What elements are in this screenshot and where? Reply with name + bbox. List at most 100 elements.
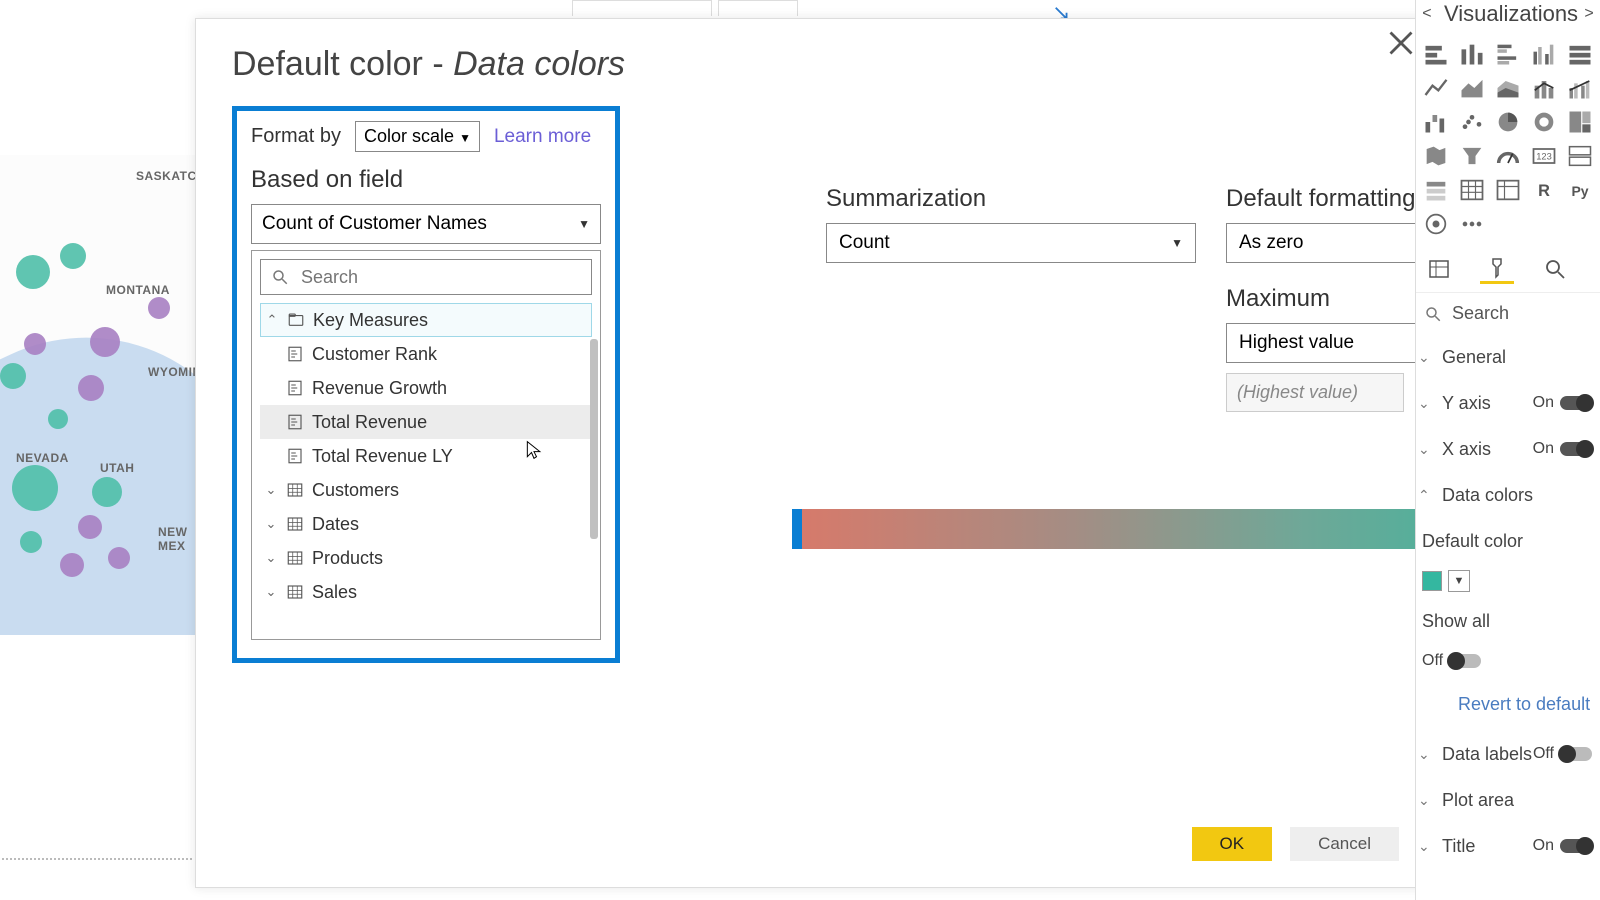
cancel-button[interactable]: Cancel <box>1290 827 1399 861</box>
hundred-stacked-bar-icon[interactable] <box>1566 40 1594 68</box>
chevron-up-icon: ⌃ <box>1418 487 1432 504</box>
table-icon <box>286 583 304 601</box>
folder-icon <box>287 311 305 329</box>
learn-more-link[interactable]: Learn more <box>494 126 591 148</box>
line-chart-icon[interactable] <box>1422 74 1450 102</box>
title-toggle[interactable]: On <box>1533 837 1592 855</box>
pane-collapse-left-icon[interactable]: < <box>1416 5 1438 23</box>
map-state-label: NEW MEX <box>158 525 200 553</box>
tree-measure-item[interactable]: Customer Rank <box>260 337 592 371</box>
tree-measure-item[interactable]: Revenue Growth <box>260 371 592 405</box>
map-state-label: WYOMING <box>148 365 200 379</box>
summarization-select[interactable]: Count▼ <box>826 223 1196 263</box>
line-stacked-column-icon[interactable] <box>1530 74 1558 102</box>
svg-text:Py: Py <box>1571 183 1588 199</box>
field-dropdown-panel: ⌃ Key Measures Customer Rank Revenue Gro… <box>251 250 601 640</box>
format-by-select[interactable]: Color scale ▼ <box>355 121 480 152</box>
visualizations-title: Visualizations <box>1438 1 1578 27</box>
format-by-group-highlight: Format by Color scale ▼ Learn more Based… <box>232 106 620 663</box>
background-tab-fragment <box>718 0 798 16</box>
tree-table-item[interactable]: ⌄ Products <box>260 541 592 575</box>
revert-to-default-link[interactable]: Revert to default <box>1418 678 1600 731</box>
format-title[interactable]: ⌄Title On <box>1418 823 1600 869</box>
area-chart-icon[interactable] <box>1458 74 1486 102</box>
field-search-input[interactable] <box>260 259 592 295</box>
pie-chart-icon[interactable] <box>1494 108 1522 136</box>
more-visuals-icon[interactable] <box>1458 210 1486 238</box>
tree-group-key-measures[interactable]: ⌃ Key Measures <box>260 303 592 337</box>
fields-tab-icon[interactable] <box>1422 254 1456 284</box>
analytics-tab-icon[interactable] <box>1538 254 1572 284</box>
format-default-color: Default color <box>1418 518 1600 564</box>
search-icon <box>271 268 289 286</box>
funnel-icon[interactable] <box>1458 142 1486 170</box>
format-y-axis[interactable]: ⌄Y axis On <box>1418 380 1600 426</box>
map-state-label: NEVADA <box>16 451 69 465</box>
stacked-column-chart-icon[interactable] <box>1458 40 1486 68</box>
matrix-icon[interactable] <box>1494 176 1522 204</box>
card-icon[interactable]: 123 <box>1530 142 1558 170</box>
chevron-down-icon: ⌄ <box>1418 746 1432 763</box>
chevron-up-icon: ⌃ <box>265 312 279 328</box>
svg-text:R: R <box>1538 182 1550 200</box>
visual-type-gallery: 123 R Py <box>1416 28 1600 248</box>
x-axis-toggle[interactable]: On <box>1533 440 1592 458</box>
donut-chart-icon[interactable] <box>1530 108 1558 136</box>
format-tab-icon[interactable] <box>1480 254 1514 284</box>
map-state-label: MONTANA <box>106 283 170 297</box>
close-icon[interactable] <box>1387 29 1415 57</box>
format-general[interactable]: ⌄General <box>1418 334 1600 380</box>
dialog-title: Default color - Data colors <box>232 45 1399 84</box>
svg-text:123: 123 <box>1536 152 1552 162</box>
arcgis-map-icon[interactable] <box>1422 210 1450 238</box>
table-icon <box>286 481 304 499</box>
chevron-down-icon: ⌄ <box>264 516 278 532</box>
map-visual-fragment: SASKATCHEWAN MONTANA WYOMING NEVADA UTAH… <box>0 155 200 635</box>
data-labels-toggle[interactable]: Off <box>1533 745 1592 763</box>
maximum-value-input[interactable]: (Highest value) <box>1226 373 1404 412</box>
multi-row-card-icon[interactable] <box>1566 142 1594 170</box>
table-visual-icon[interactable] <box>1458 176 1486 204</box>
waterfall-chart-icon[interactable] <box>1422 108 1450 136</box>
stacked-area-chart-icon[interactable] <box>1494 74 1522 102</box>
filled-map-icon[interactable] <box>1422 142 1450 170</box>
tree-table-item[interactable]: ⌄ Customers <box>260 473 592 507</box>
show-all-toggle-row: Off <box>1418 644 1600 678</box>
format-search-input[interactable]: Search <box>1416 293 1600 334</box>
stacked-bar-chart-icon[interactable] <box>1422 40 1450 68</box>
search-icon <box>1424 305 1442 323</box>
table-icon <box>286 549 304 567</box>
y-axis-toggle[interactable]: On <box>1533 394 1592 412</box>
tree-measure-item[interactable]: Total Revenue <box>260 405 592 439</box>
treemap-icon[interactable] <box>1566 108 1594 136</box>
tree-measure-item[interactable]: Total Revenue LY <box>260 439 592 473</box>
chevron-down-icon: ⌄ <box>264 482 278 498</box>
format-plot-area[interactable]: ⌄Plot area <box>1418 777 1600 823</box>
r-visual-icon[interactable]: R <box>1530 176 1558 204</box>
show-all-toggle[interactable]: Off <box>1422 652 1481 670</box>
chevron-down-icon[interactable]: ▼ <box>1448 570 1470 592</box>
gauge-icon[interactable] <box>1494 142 1522 170</box>
line-clustered-column-icon[interactable] <box>1566 74 1594 102</box>
format-x-axis[interactable]: ⌄X axis On <box>1418 426 1600 472</box>
ok-button[interactable]: OK <box>1192 827 1273 861</box>
python-visual-icon[interactable]: Py <box>1566 176 1594 204</box>
default-color-swatch-row[interactable]: ▼ <box>1418 564 1600 598</box>
clustered-bar-chart-icon[interactable] <box>1494 40 1522 68</box>
slicer-icon[interactable] <box>1422 176 1450 204</box>
map-state-label: UTAH <box>100 461 134 475</box>
measure-icon <box>286 413 304 431</box>
scatter-chart-icon[interactable] <box>1458 108 1486 136</box>
format-data-colors[interactable]: ⌃Data colors <box>1418 472 1600 518</box>
based-on-field-select[interactable]: Count of Customer Names▼ <box>251 204 601 244</box>
measure-icon <box>286 345 304 363</box>
format-data-labels[interactable]: ⌄Data labels Off <box>1418 731 1600 777</box>
table-icon <box>286 515 304 533</box>
tree-table-item[interactable]: ⌄ Sales <box>260 575 592 609</box>
pane-collapse-right-icon[interactable]: > <box>1578 5 1600 23</box>
tree-table-item[interactable]: ⌄ Dates <box>260 507 592 541</box>
clustered-column-chart-icon[interactable] <box>1530 40 1558 68</box>
scrollbar-thumb[interactable] <box>590 339 598 539</box>
chevron-down-icon: ⌄ <box>1418 395 1432 412</box>
based-on-field-label: Based on field <box>251 166 601 194</box>
